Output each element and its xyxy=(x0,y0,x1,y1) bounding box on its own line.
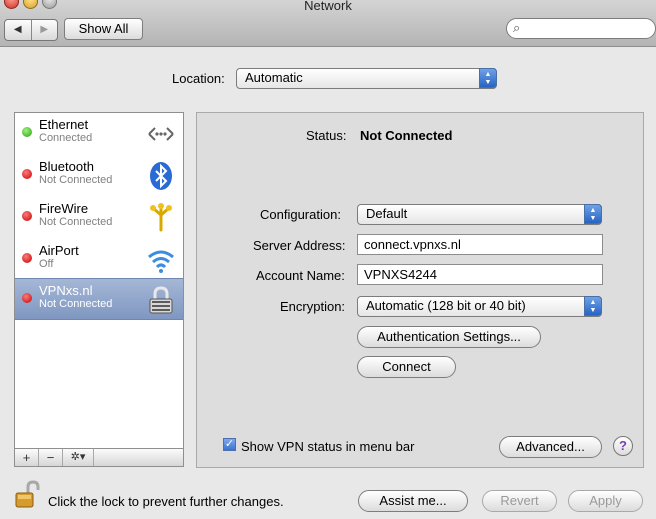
remove-service-button[interactable]: − xyxy=(39,449,63,466)
service-status: Not Connected xyxy=(39,174,113,186)
service-item-vpnxs[interactable]: VPNxs.nl Not Connected xyxy=(15,278,183,320)
assist-me-button[interactable]: Assist me... xyxy=(358,490,468,512)
encryption-value: Automatic (128 bit or 40 bit) xyxy=(366,298,526,313)
revert-button[interactable]: Revert xyxy=(482,490,557,512)
location-value: Automatic xyxy=(245,70,303,85)
service-name: FireWire xyxy=(39,201,89,216)
service-name: Bluetooth xyxy=(39,159,94,174)
window-title: Network xyxy=(304,0,352,13)
service-list[interactable]: Ethernet Connected Bluetooth Not Connect… xyxy=(14,112,184,467)
service-status: Connected xyxy=(39,132,93,144)
show-vpn-status-label: Show VPN status in menu bar xyxy=(241,439,415,454)
vpn-detail-panel xyxy=(196,112,644,468)
gear-icon[interactable]: ✲▾ xyxy=(63,449,94,466)
service-item-bluetooth[interactable]: Bluetooth Not Connected xyxy=(15,155,183,197)
apply-button[interactable]: Apply xyxy=(568,490,643,512)
account-name-field[interactable]: VPNXS4244 xyxy=(357,264,603,285)
status-dot xyxy=(22,211,32,221)
service-name: Ethernet xyxy=(39,117,89,132)
status-dot xyxy=(22,293,32,303)
firewire-icon xyxy=(150,203,172,232)
popup-arrows-icon: ▲ ▼ xyxy=(584,296,602,316)
service-status: Not Connected xyxy=(39,216,113,228)
help-button[interactable]: ? xyxy=(613,436,633,456)
window-titlebar: Network ◀ ▶ Show All ⌕ xyxy=(0,0,656,47)
advanced-button[interactable]: Advanced... xyxy=(499,436,602,458)
location-label: Location: xyxy=(172,71,225,86)
search-icon: ⌕ xyxy=(513,20,521,35)
status-dot xyxy=(22,253,32,263)
forward-button[interactable]: ▶ xyxy=(30,20,58,40)
encryption-label: Encryption: xyxy=(280,299,346,314)
configuration-label: Configuration: xyxy=(260,207,341,222)
service-item-airport[interactable]: AirPort Off xyxy=(15,239,183,281)
search-field[interactable]: ⌕ xyxy=(506,18,656,39)
status-dot xyxy=(22,127,32,137)
add-service-button[interactable]: + xyxy=(15,449,39,466)
status-value: Not Connected xyxy=(360,128,453,143)
service-item-ethernet[interactable]: Ethernet Connected xyxy=(15,113,183,155)
service-name: AirPort xyxy=(39,243,79,258)
service-item-firewire[interactable]: FireWire Not Connected xyxy=(15,197,183,239)
popup-arrows-icon: ▲ ▼ xyxy=(584,204,602,224)
configuration-value: Default xyxy=(366,206,408,221)
encryption-popup[interactable]: Automatic (128 bit or 40 bit) ▲ ▼ xyxy=(357,296,602,317)
service-name: VPNxs.nl xyxy=(39,283,93,298)
account-name-label: Account Name: xyxy=(256,268,345,283)
connect-button[interactable]: Connect xyxy=(357,356,456,378)
service-status: Off xyxy=(39,258,54,270)
back-button[interactable]: ◀ xyxy=(5,20,31,40)
lock-icon[interactable] xyxy=(14,480,40,510)
location-popup[interactable]: Automatic ▲ ▼ xyxy=(236,68,497,89)
show-vpn-status-checkbox[interactable]: ✓ xyxy=(223,438,236,451)
service-list-footer: + − ✲▾ xyxy=(14,448,184,467)
status-label: Status: xyxy=(306,128,347,143)
back-forward-control[interactable]: ◀ ▶ xyxy=(4,19,58,41)
status-dot xyxy=(22,169,32,179)
airport-icon xyxy=(148,250,174,273)
ethernet-icon xyxy=(148,127,174,141)
popup-arrows-icon: ▲ ▼ xyxy=(479,68,497,88)
server-address-field[interactable]: connect.vpnxs.nl xyxy=(357,234,603,255)
show-all-button[interactable]: Show All xyxy=(64,18,143,40)
configuration-popup[interactable]: Default ▲ ▼ xyxy=(357,204,602,225)
authentication-settings-button[interactable]: Authentication Settings... xyxy=(357,326,541,348)
service-status: Not Connected xyxy=(39,298,113,310)
server-address-label: Server Address: xyxy=(253,238,346,253)
bluetooth-icon xyxy=(150,162,172,190)
lock-text: Click the lock to prevent further change… xyxy=(48,494,284,509)
vpn-lock-icon xyxy=(149,286,173,314)
